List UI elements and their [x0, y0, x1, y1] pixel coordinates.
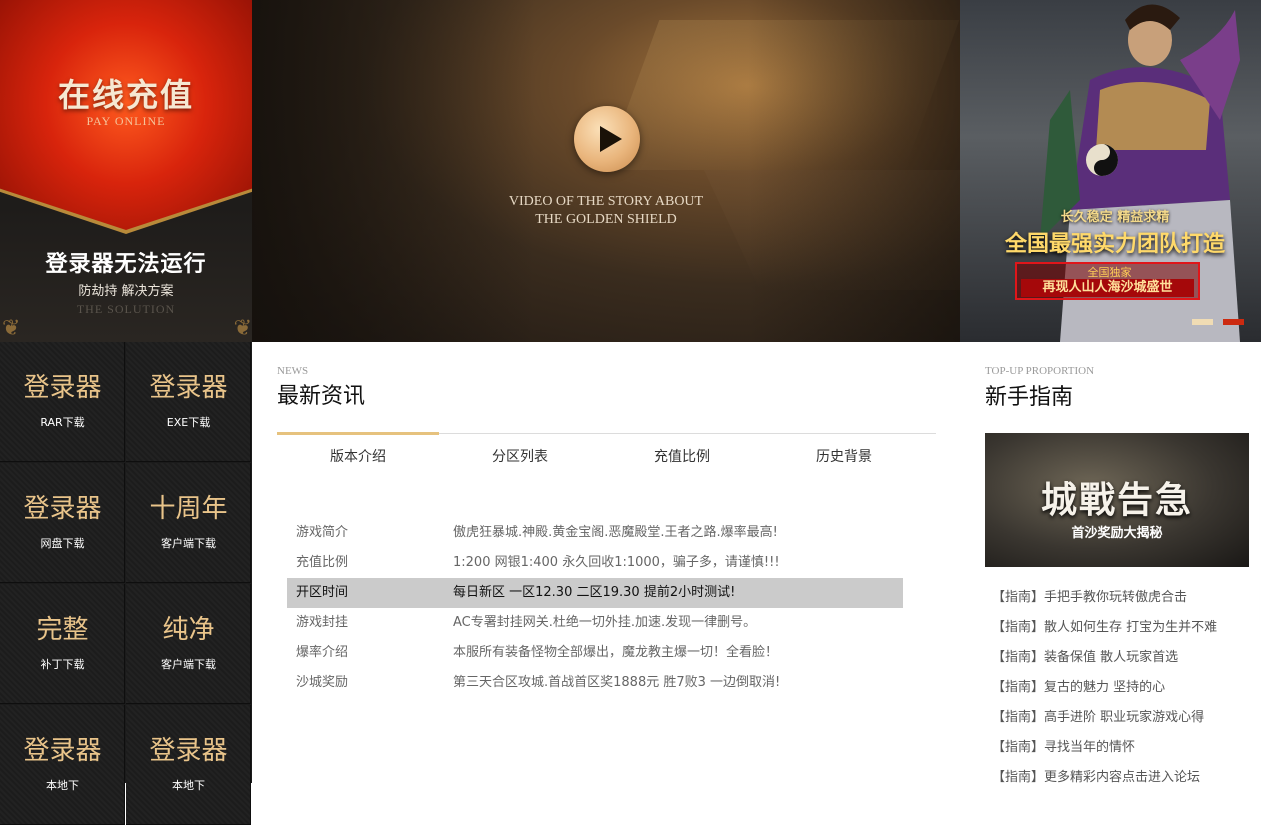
active-tab-indicator	[277, 432, 439, 435]
story-video-panel[interactable]: VIDEO OF THE STORY ABOUT THE GOLDEN SHIE…	[252, 0, 960, 342]
info-key: 爆率介绍	[296, 645, 349, 660]
promo-box: 全国独家 再现人山人海沙城盛世	[1015, 262, 1200, 300]
info-row[interactable]: 沙城奖励 第三天合区攻城.首战首区奖1888元 胜7败3 一边倒取消!	[287, 668, 903, 698]
info-value: 每日新区 一区12.30 二区19.30 提前2小时测试!	[453, 585, 736, 600]
download-title: 纯净	[162, 615, 215, 645]
info-value: 第三天合区攻城.首战首区奖1888元 胜7败3 一边倒取消!	[453, 675, 781, 690]
news-section-en: NEWS	[277, 365, 309, 377]
info-row[interactable]: 游戏简介 傲虎狂暴城.神殿.黄金宝阁.恶魔殿堂.王者之路.爆率最高!	[287, 518, 903, 548]
download-label: 客户端下载	[161, 658, 216, 671]
promo-line3: 全国独家	[1087, 266, 1132, 279]
info-list: 游戏简介 傲虎狂暴城.神殿.黄金宝阁.恶魔殿堂.王者之路.爆率最高! 充值比例 …	[287, 518, 903, 698]
news-section-title: 最新资讯	[277, 384, 366, 409]
download-title: 登录器	[149, 736, 228, 766]
pay-title: 在线充值	[57, 76, 194, 114]
info-row[interactable]: 爆率介绍 本服所有装备怪物全部爆出，魔龙教主爆一切！全看脸！	[287, 638, 903, 668]
guide-link[interactable]: 【指南】复古的魅力 坚持的心	[992, 676, 1165, 695]
info-key: 游戏简介	[296, 525, 349, 540]
promo-slider[interactable]: 长久稳定 精益求精 全国最强实力团队打造 全国独家 再现人山人海沙城盛世	[960, 0, 1261, 342]
download-title: 登录器	[149, 373, 228, 403]
ornament-icon: ❦	[233, 316, 252, 341]
info-row-active[interactable]: 开区时间 每日新区 一区12.30 二区19.30 提前2小时测试!	[287, 578, 903, 608]
promo-line4: 再现人山人海沙城盛世	[1021, 279, 1194, 297]
download-title: 登录器	[23, 373, 102, 403]
info-key: 开区时间	[296, 585, 349, 600]
download-local-button[interactable]: 登录器 本地下	[0, 705, 125, 825]
video-caption-1: VIDEO OF THE STORY ABOUT	[508, 194, 704, 209]
info-key: 游戏封挂	[296, 615, 349, 630]
play-icon[interactable]	[574, 106, 640, 172]
pay-subtitle: PAY ONLINE	[86, 114, 166, 128]
promo-line2: 全国最强实力团队打造	[1004, 231, 1225, 257]
ornament-icon: ❦	[2, 316, 21, 341]
info-row[interactable]: 充值比例 1:200 网银1:400 永久回收1:1000，骗子多，请谨慎!!!	[287, 548, 903, 578]
guide-link[interactable]: 【指南】散人如何生存 打宝为生并不难	[992, 616, 1217, 635]
download-label: 网盘下载	[40, 537, 85, 550]
tab-history[interactable]: 历史背景	[763, 446, 925, 466]
pay-online-panel[interactable]: 在线充值 PAY ONLINE 登录器无法运行 防劫持 解决方案 THE SOL…	[0, 0, 252, 342]
guide-link[interactable]: 【指南】装备保值 散人玩家首选	[992, 646, 1178, 665]
issue-title: 登录器无法运行	[45, 251, 207, 277]
download-label: RAR下载	[40, 416, 85, 429]
slider-dot-2[interactable]	[1223, 319, 1244, 325]
download-label: 本地下	[46, 779, 79, 792]
download-title: 登录器	[23, 736, 102, 766]
info-value: 傲虎狂暴城.神殿.黄金宝阁.恶魔殿堂.王者之路.爆率最高!	[453, 525, 778, 540]
guide-section-title: 新手指南	[985, 385, 1074, 410]
info-value: 1:200 网银1:400 永久回收1:1000，骗子多，请谨慎!!!	[453, 555, 780, 570]
download-rar-button[interactable]: 登录器 RAR下载	[0, 342, 125, 462]
download-title: 完整	[36, 615, 89, 645]
download-local-button[interactable]: 登录器 本地下	[126, 705, 251, 825]
guide-section-en: TOP-UP PROPORTION	[985, 365, 1095, 377]
guide-link[interactable]: 【指南】高手进阶 职业玩家游戏心得	[992, 706, 1204, 725]
guide-link[interactable]: 【指南】寻找当年的情怀	[992, 736, 1135, 755]
download-grid: 登录器 RAR下载 登录器 EXE下载 登录器 网盘下载 十周年 客户端下载 完…	[0, 342, 252, 825]
download-netdisk-button[interactable]: 登录器 网盘下载	[0, 463, 125, 583]
download-label: EXE下载	[166, 416, 211, 429]
info-value: AC专署封挂网关.杜绝一切外挂.加速.发现一律删号。	[453, 615, 757, 630]
slider-dot-1[interactable]	[1192, 319, 1213, 325]
info-key: 充值比例	[296, 555, 349, 570]
tab-recharge[interactable]: 充值比例	[601, 446, 763, 466]
news-tabs: 版本介绍 分区列表 充值比例 历史背景	[277, 432, 936, 471]
download-label: 客户端下载	[161, 537, 216, 550]
download-label: 本地下	[172, 779, 205, 792]
tab-version[interactable]: 版本介绍	[277, 446, 439, 466]
download-label: 补丁下载	[40, 658, 85, 671]
guide-link[interactable]: 【指南】手把手教你玩转傲虎合击	[992, 586, 1187, 605]
news-section: NEWS 最新资讯 版本介绍 分区列表 充值比例 历史背景 游戏简介 傲虎狂暴城…	[277, 342, 937, 783]
info-value: 本服所有装备怪物全部爆出，魔龙教主爆一切！全看脸！	[453, 645, 779, 660]
guide-banner-subtitle: 首沙奖励大揭秘	[1071, 526, 1163, 541]
issue-en: THE SOLUTION	[76, 302, 176, 316]
tab-servers[interactable]: 分区列表	[439, 446, 601, 466]
download-title: 登录器	[23, 494, 102, 524]
download-patch-button[interactable]: 完整 补丁下载	[0, 584, 125, 704]
guide-banner-title: 城戰告急	[1040, 479, 1193, 521]
download-anniversary-client-button[interactable]: 十周年 客户端下载	[126, 463, 251, 583]
guide-link[interactable]: 【指南】更多精彩内容点击进入论坛	[992, 766, 1200, 785]
download-clean-client-button[interactable]: 纯净 客户端下载	[126, 584, 251, 704]
download-title: 十周年	[149, 494, 228, 524]
info-key: 沙城奖励	[296, 675, 349, 690]
issue-desc: 防劫持 解决方案	[78, 284, 174, 299]
promo-line1: 长久稳定 精益求精	[1060, 210, 1170, 225]
video-caption-2: THE GOLDEN SHIELD	[535, 212, 677, 227]
guide-banner[interactable]: 城戰告急 首沙奖励大揭秘	[985, 433, 1249, 567]
download-exe-button[interactable]: 登录器 EXE下载	[126, 342, 251, 462]
guide-section: TOP-UP PROPORTION 新手指南 城戰告急 首沙奖励大揭秘 【指南】…	[985, 342, 1250, 785]
info-row[interactable]: 游戏封挂 AC专署封挂网关.杜绝一切外挂.加速.发现一律删号。	[287, 608, 903, 638]
